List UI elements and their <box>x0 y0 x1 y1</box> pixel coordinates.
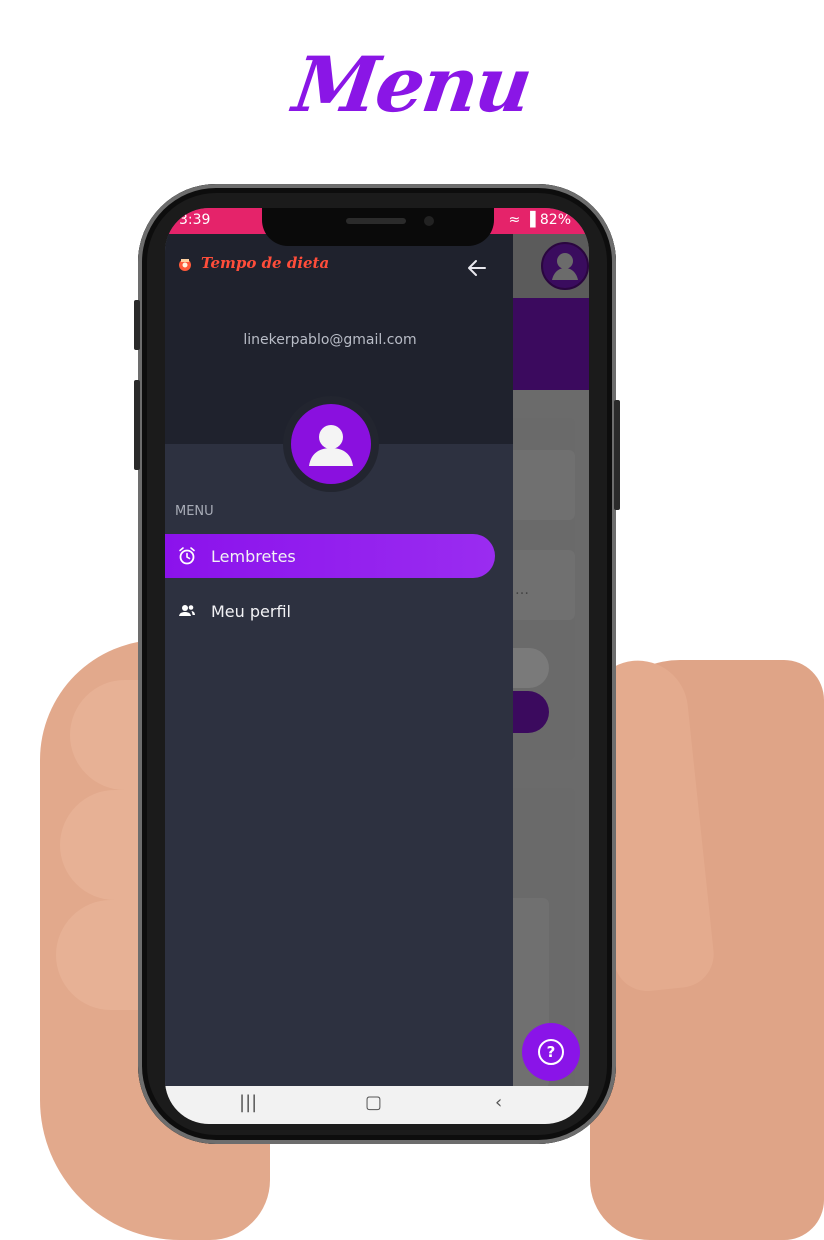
people-icon <box>175 599 199 623</box>
app-logo-icon <box>179 259 191 271</box>
alarm-clock-icon <box>175 544 199 568</box>
phone-screen: 3:39 ≈ ▐ 82% … ? Tempo de dieta linekerp… <box>165 208 589 1124</box>
background-header <box>513 298 589 390</box>
menu-item-lembretes[interactable]: Lembretes <box>165 534 495 578</box>
back-arrow-icon[interactable] <box>465 256 489 280</box>
power-button <box>614 400 620 510</box>
front-camera <box>424 216 434 226</box>
recent-apps-icon[interactable]: ||| <box>239 1092 257 1113</box>
battery-level: 82% <box>539 212 571 228</box>
menu-item-label: Meu perfil <box>211 601 291 621</box>
status-time: 3:39 <box>179 212 211 228</box>
question-circle-icon: ? <box>538 1039 564 1065</box>
signal-icon: ▐ <box>524 212 536 228</box>
phone-notch <box>262 208 494 246</box>
background-ellipsis: … <box>515 582 529 598</box>
user-icon <box>309 425 353 466</box>
system-navigation-bar: ||| ▢ ‹ <box>165 1086 589 1124</box>
volume-button <box>134 300 140 350</box>
user-email: linekerpablo@gmail.com <box>243 332 417 348</box>
headline-title: Menu <box>288 40 536 129</box>
volume-button <box>134 380 140 470</box>
help-fab[interactable]: ? <box>522 1023 580 1081</box>
background-avatar <box>541 242 589 290</box>
menu-item-label: Lembretes <box>211 546 296 566</box>
navigation-drawer: Tempo de dieta linekerpablo@gmail.com ME… <box>165 234 513 1086</box>
background-input <box>513 450 575 520</box>
home-icon[interactable]: ▢ <box>365 1092 382 1113</box>
menu-section-label: MENU <box>175 504 214 519</box>
phone-speaker <box>346 218 406 224</box>
back-nav-icon[interactable]: ‹ <box>495 1092 502 1113</box>
user-icon <box>552 253 578 280</box>
wifi-icon: ≈ <box>508 212 521 228</box>
status-battery: ≈ ▐ 82% <box>508 212 571 228</box>
app-name: Tempo de dieta <box>201 254 330 272</box>
avatar[interactable] <box>291 404 371 484</box>
menu-item-meu-perfil[interactable]: Meu perfil <box>165 589 495 633</box>
